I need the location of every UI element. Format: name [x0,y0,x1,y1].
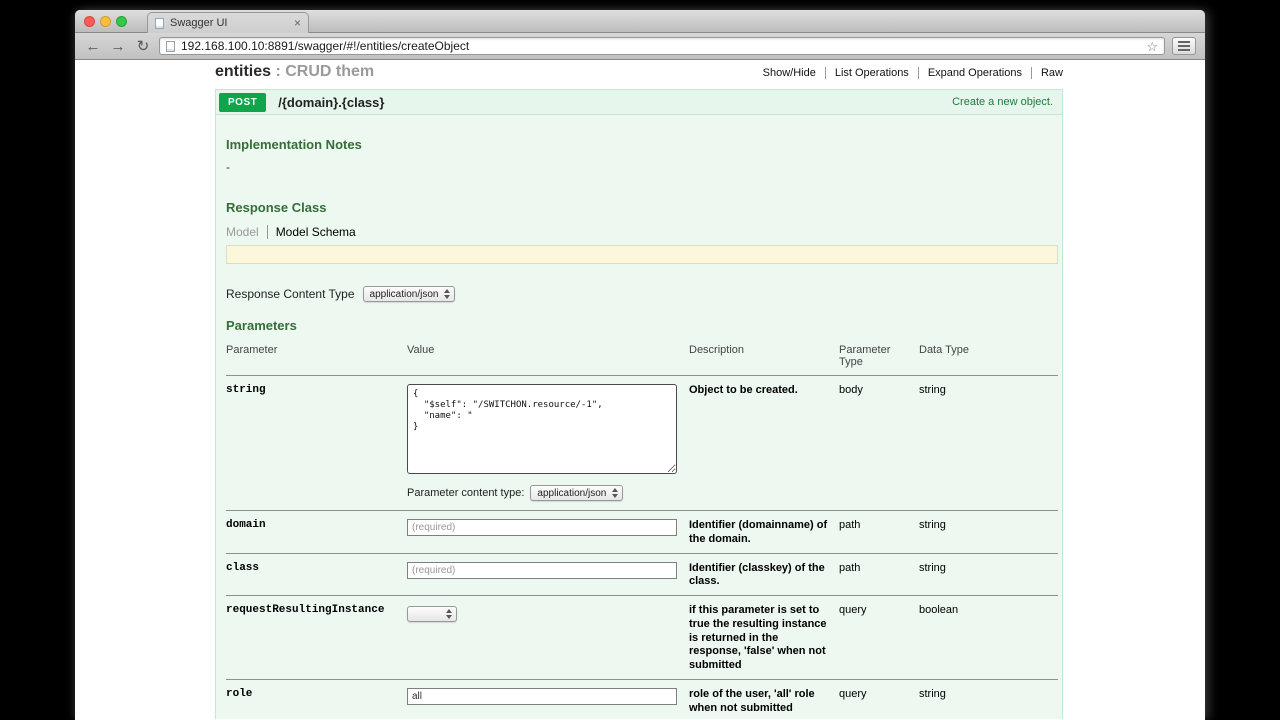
resource-links: Show/Hide List Operations Expand Operati… [763,67,1063,79]
param-data-type: string [919,384,946,396]
request-resulting-instance-select[interactable] [407,606,457,622]
operation-content: Implementation Notes - Response Class Mo… [215,115,1063,719]
param-data-type: string [919,561,946,574]
domain-value-input[interactable] [407,519,677,536]
browser-menu-icon[interactable] [1172,37,1196,55]
param-description: role of the user, 'all' role when not su… [689,687,815,714]
param-type: query [839,687,867,700]
class-value-input[interactable] [407,561,677,579]
tab-model-schema[interactable]: Model Schema [266,225,356,239]
param-type: path [839,561,861,574]
col-header-parameter: Parameter [226,344,278,356]
param-name: role [226,687,253,700]
raw-link[interactable]: Raw [1030,67,1063,79]
url-text[interactable]: 192.168.100.10:8891/swagger/#!/entities/… [181,39,469,53]
resource-title: entities : CRUD them [215,63,375,80]
parameter-content-type-label: Parameter content type: [407,487,525,499]
operation-summary: Create a new object. [952,96,1053,108]
select-stepper-icon [446,609,452,619]
parameter-content-type-row: Parameter content type: application/json [407,485,689,501]
tab-close-icon[interactable]: × [294,17,301,29]
param-description: Identifier (domainname) of the domain. [689,519,828,545]
operation-header[interactable]: POST /{domain}.{class} Create a new obje… [215,89,1063,115]
browser-window: Swagger UI × ← → ↻ 192.168.100.10:8891/s… [75,10,1205,720]
parameters-title: Parameters [226,318,297,333]
minimize-window-button[interactable] [100,16,111,27]
model-signature-box[interactable] [226,245,1058,264]
swagger-content: entities : CRUD them Show/Hide List Oper… [215,60,1063,719]
response-content-type-select[interactable]: application/json [362,286,456,302]
page-icon [166,40,175,52]
table-row: role role of the user, 'all' role when n… [226,678,1058,719]
select-stepper-icon [612,488,619,498]
col-header-param-type: Parameter Type [839,344,891,368]
param-data-type: string [919,519,946,531]
role-value-input[interactable] [407,687,677,705]
browser-titlebar[interactable]: Swagger UI × [75,10,1205,33]
response-class-title: Response Class [226,200,327,215]
table-row: domain Identifier (domainname) of the do… [226,510,1058,553]
param-type: body [839,384,863,396]
tab-model[interactable]: Model [226,225,259,239]
operation-path[interactable]: /{domain}.{class} [278,95,384,110]
param-name: domain [226,519,266,531]
forward-icon[interactable]: → [109,39,127,54]
param-data-type: string [919,687,946,700]
implementation-notes-body: - [226,160,230,174]
list-operations-link[interactable]: List Operations [824,67,909,79]
param-data-type: boolean [919,604,959,616]
back-icon[interactable]: ← [84,39,102,54]
http-method-badge: POST [219,92,267,112]
response-content-type-row: Response Content Type application/json [226,286,1056,302]
response-content-type-label: Response Content Type [226,287,355,301]
bookmark-star-icon[interactable]: ☆ [1146,40,1158,53]
browser-toolbar: ← → ↻ 192.168.100.10:8891/swagger/#!/ent… [75,33,1205,60]
show-hide-link[interactable]: Show/Hide [763,67,816,79]
model-tabs: Model Model Schema [226,225,1056,239]
favicon-icon [155,17,164,29]
implementation-notes-title: Implementation Notes [226,137,362,152]
expand-operations-link[interactable]: Expand Operations [917,67,1022,79]
param-type: query [839,604,867,616]
col-header-description: Description [689,344,745,356]
browser-tab[interactable]: Swagger UI × [147,12,309,33]
close-window-button[interactable] [84,16,95,27]
body-parameter-textarea[interactable]: { "$self": "/SWITCHON.resource/-1", "nam… [407,384,677,474]
page-viewport: entities : CRUD them Show/Hide List Oper… [75,60,1205,719]
param-description: if this parameter is set to true the res… [689,604,827,671]
param-description: Object to be created. [689,384,798,396]
tab-title: Swagger UI [170,17,228,29]
col-header-data-type: Data Type [919,344,969,356]
parameter-content-type-select[interactable]: application/json [530,485,624,501]
param-name: string [226,384,266,396]
select-stepper-icon [444,289,451,299]
window-controls [84,16,127,27]
table-row: class Identifier (classkey) of the class… [226,552,1058,596]
table-row: requestResultingInstance if this paramet… [226,595,1058,679]
table-row: string { "$self": "/SWITCHON.resource/-1… [226,375,1058,510]
param-name: requestResultingInstance [226,604,385,616]
reload-icon[interactable]: ↻ [134,39,152,54]
operation-block: POST /{domain}.{class} Create a new obje… [215,89,1063,719]
parameters-table-header: Parameter Value Description Parameter Ty… [226,339,1058,375]
address-bar[interactable]: 192.168.100.10:8891/swagger/#!/entities/… [159,37,1165,55]
col-header-value: Value [407,344,435,356]
param-type: path [839,519,861,531]
parameters-table: Parameter Value Description Parameter Ty… [226,339,1058,719]
param-name: class [226,561,260,574]
zoom-window-button[interactable] [116,16,127,27]
param-description: Identifier (classkey) of the class. [689,561,825,588]
resource-header: entities : CRUD them Show/Hide List Oper… [215,60,1063,81]
